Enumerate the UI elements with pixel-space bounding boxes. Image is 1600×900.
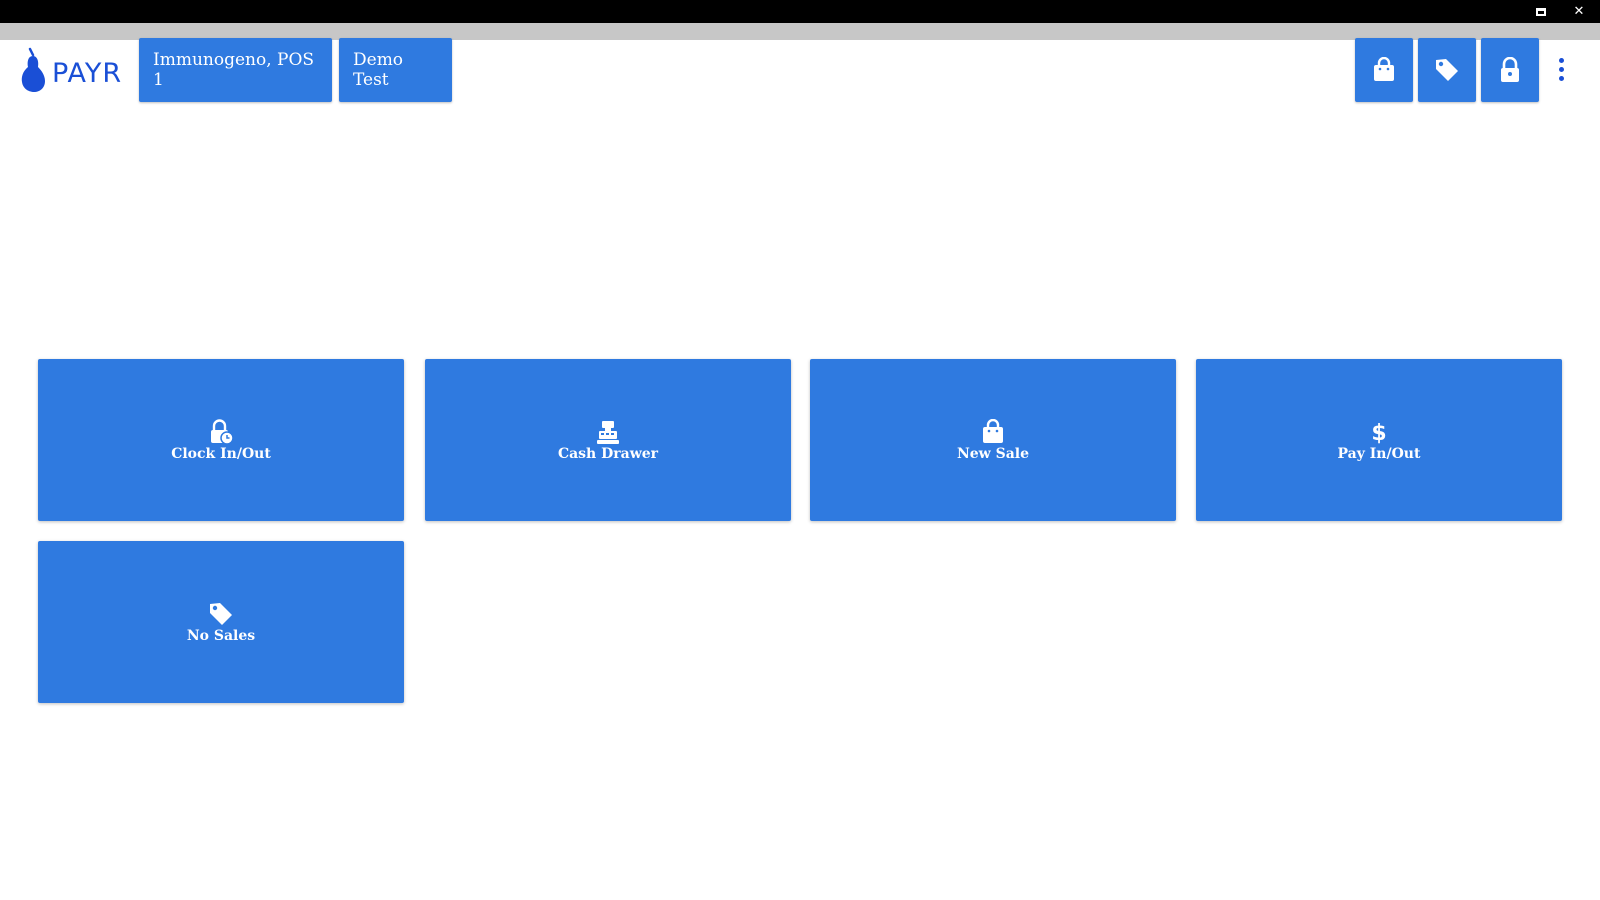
pear-icon bbox=[21, 47, 45, 92]
clock-in-out-tile[interactable]: Clock In/Out bbox=[38, 359, 404, 521]
header-tag-button[interactable] bbox=[1418, 38, 1476, 102]
store-pos-button[interactable]: Immunogeno, POS 1 bbox=[139, 38, 332, 102]
clock-lock-icon bbox=[211, 418, 234, 445]
pay-in-out-tile[interactable]: $ Pay In/Out bbox=[1196, 359, 1562, 521]
more-menu-button[interactable] bbox=[1550, 54, 1572, 84]
cash-register-icon bbox=[597, 420, 619, 444]
shopping-bag-icon bbox=[1374, 57, 1394, 81]
restore-icon bbox=[1536, 8, 1546, 16]
logo-text: PAYR bbox=[52, 57, 123, 89]
tile-label: No Sales bbox=[186, 627, 256, 644]
tag-icon bbox=[210, 602, 232, 625]
no-sales-tile[interactable]: No Sales bbox=[38, 541, 404, 703]
cash-drawer-tile[interactable]: Cash Drawer bbox=[425, 359, 791, 521]
lock-icon bbox=[1501, 57, 1519, 82]
window-close-button[interactable]: ✕ bbox=[1572, 5, 1586, 19]
payr-logo[interactable]: PAYR bbox=[20, 46, 122, 94]
header-lock-button[interactable] bbox=[1481, 38, 1539, 102]
tile-label: Clock In/Out bbox=[171, 445, 271, 462]
window-titlebar: ✕ bbox=[0, 0, 1600, 23]
app-header: PAYR Immunogeno, POS 1 Demo Test bbox=[0, 38, 1600, 106]
tile-label: Pay In/Out bbox=[1337, 445, 1421, 462]
more-vertical-icon bbox=[1558, 57, 1564, 63]
tile-label: Cash Drawer bbox=[557, 445, 659, 462]
window-restore-button[interactable] bbox=[1534, 5, 1548, 19]
tag-icon bbox=[1436, 59, 1458, 81]
new-sale-tile[interactable]: New Sale bbox=[810, 359, 1176, 521]
header-new-sale-button[interactable] bbox=[1355, 38, 1413, 102]
shopping-bag-icon bbox=[983, 418, 1003, 443]
tile-label: New Sale bbox=[956, 445, 1030, 462]
user-button[interactable]: Demo Test bbox=[339, 38, 452, 102]
dollar-icon: $ bbox=[1371, 420, 1387, 446]
